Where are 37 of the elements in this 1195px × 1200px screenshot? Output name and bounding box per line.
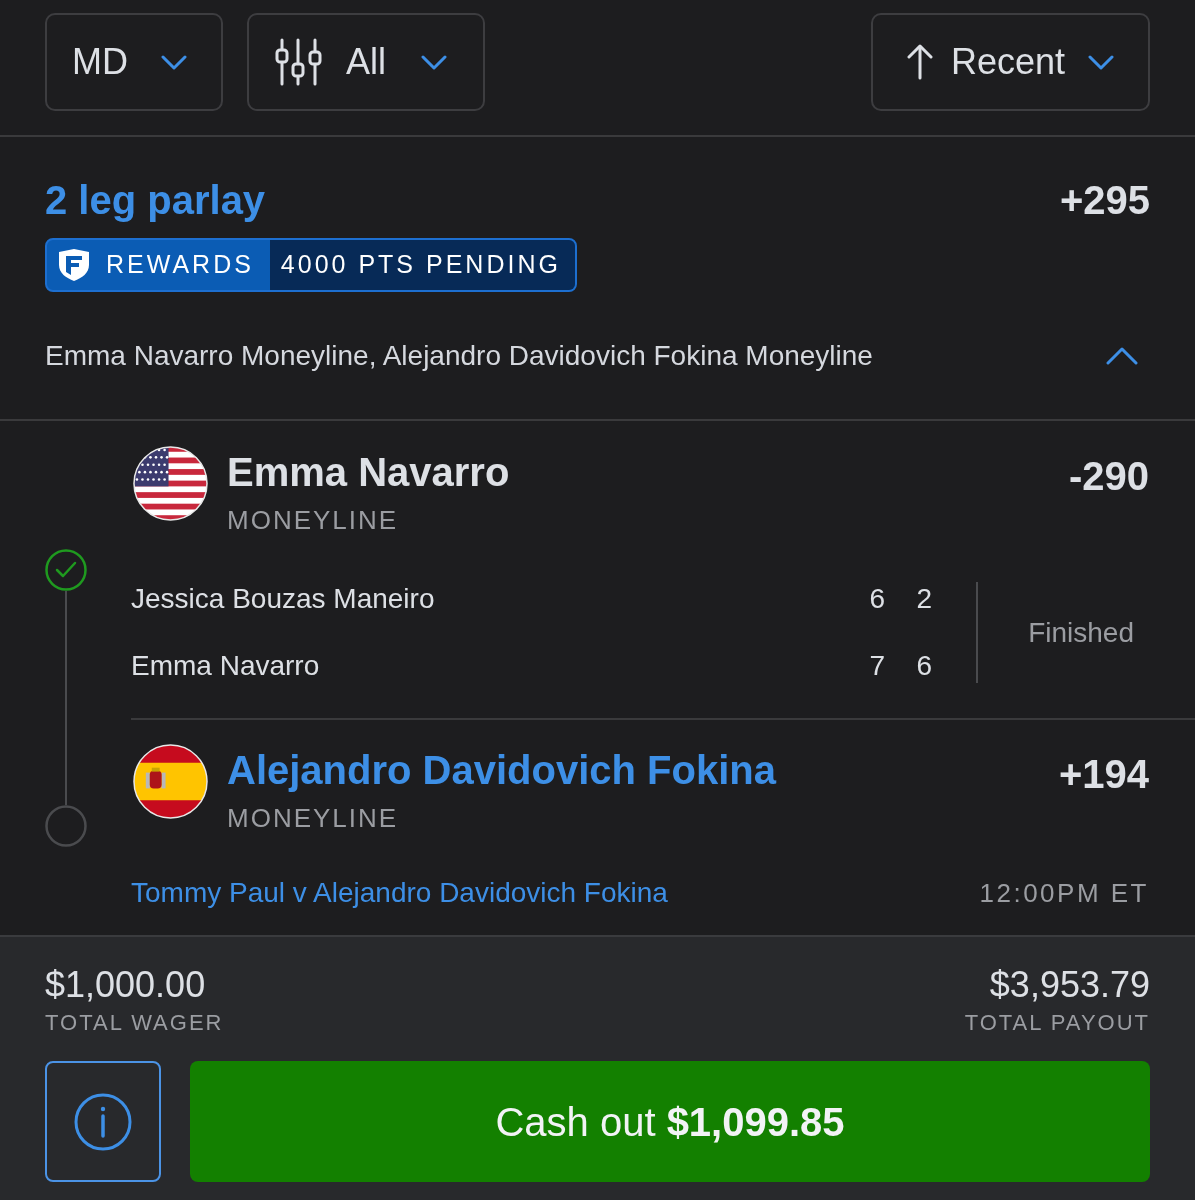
- wager-label: TOTAL WAGER: [45, 1009, 224, 1037]
- market-label: MONEYLINE: [227, 802, 400, 834]
- bet-title: 2 leg parlay: [45, 177, 266, 224]
- set-score: 6: [915, 649, 932, 683]
- wager-amount: $1,000.00: [45, 964, 207, 1006]
- points-pending-label: 4000 PTS PENDING: [269, 240, 575, 290]
- market-label: MONEYLINE: [227, 504, 400, 536]
- chevron-down-icon: [161, 54, 187, 70]
- arrow-up-icon: [907, 44, 933, 80]
- set-score: 2: [915, 582, 932, 616]
- selection-name: Emma Navarro: [227, 449, 510, 496]
- bet-summary: Emma Navarro Moneyline, Alejandro Davidovich Fokina Moneyline: [45, 339, 873, 373]
- chevron-up-icon[interactable]: [1106, 347, 1138, 365]
- start-time: 12:00PM ET: [979, 877, 1149, 910]
- player-name: Jessica Bouzas Maneiro: [131, 582, 436, 616]
- cash-out-button[interactable]: Cash out $1,099.85: [190, 1061, 1150, 1182]
- rewards-label: REWARDS: [105, 249, 255, 281]
- info-icon: [74, 1092, 132, 1151]
- sort-dropdown[interactable]: Recent: [871, 13, 1150, 111]
- sliders-icon: [274, 38, 323, 86]
- region-dropdown[interactable]: MD: [45, 13, 223, 111]
- event-link[interactable]: Tommy Paul v Alejandro Davidovich Fokina: [131, 876, 668, 910]
- chevron-down-icon: [421, 54, 447, 70]
- payout-label: TOTAL PAYOUT: [964, 1009, 1150, 1037]
- player-name: Emma Navarro: [131, 649, 321, 683]
- filter-dropdown[interactable]: All: [247, 13, 485, 111]
- info-button[interactable]: [45, 1061, 161, 1182]
- set-score: 6: [868, 582, 885, 616]
- match-status: Finished: [1028, 615, 1134, 650]
- chevron-down-icon: [1088, 54, 1114, 70]
- payout-amount: $3,953.79: [989, 964, 1150, 1006]
- selection-name: Alejandro Davidovich Fokina: [227, 747, 776, 794]
- odds-text: -290: [1068, 453, 1149, 500]
- set-score: 7: [868, 649, 885, 683]
- odds-text: +194: [1058, 751, 1149, 798]
- odds-text: +295: [1059, 177, 1150, 224]
- shield-icon: [58, 248, 90, 282]
